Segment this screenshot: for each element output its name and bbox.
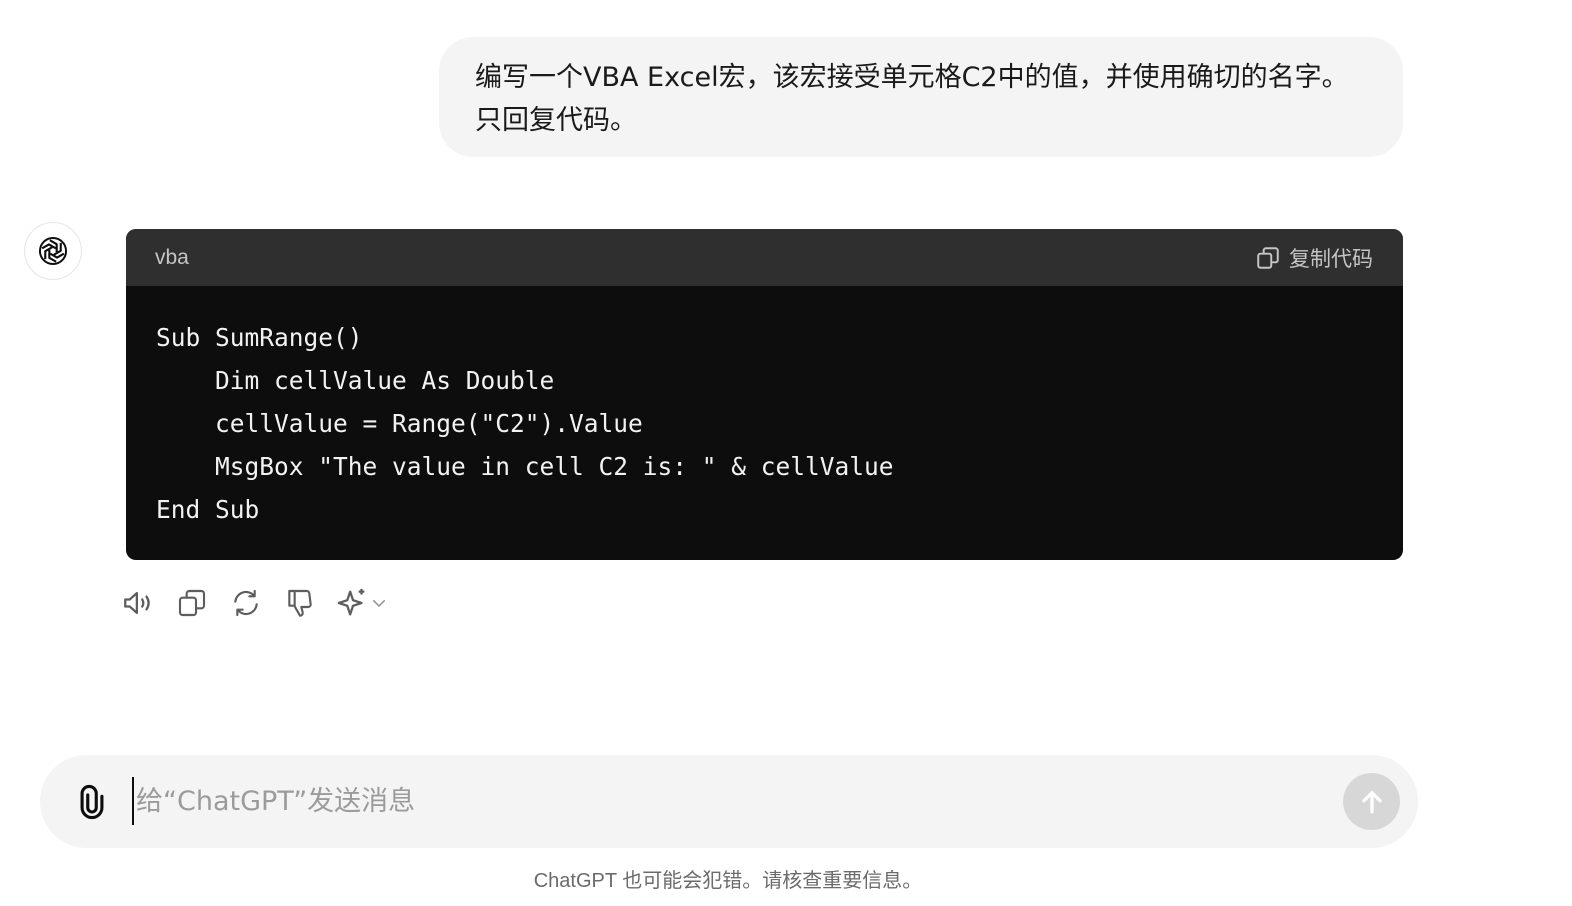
code-body: Sub SumRange() Dim cellValue As Double c… [126,286,1403,531]
regenerate-button[interactable] [226,583,266,623]
chevron-down-icon [373,600,385,607]
code-block-header: vba 复制代码 [126,229,1403,286]
code-line: End Sub [156,495,260,524]
thumbs-down-icon [288,589,312,617]
user-message-bubble: 编写一个VBA Excel宏，该宏接受单元格C2中的值，并使用确切的名字。只回复… [439,37,1403,157]
message-input[interactable] [132,777,1316,825]
paperclip-icon [80,784,104,820]
regenerate-icon [234,589,258,617]
copy-message-button[interactable] [172,583,212,623]
copy-icon [1257,246,1279,269]
assistant-avatar [24,222,82,280]
user-message-text: 编写一个VBA Excel宏，该宏接受单元格C2中的值，并使用确切的名字。只回复… [475,62,1349,136]
openai-logo-icon [38,236,68,266]
code-line: MsgBox "The value in cell C2 is: " & cel… [156,452,894,481]
code-line: cellValue = Range("C2").Value [156,409,643,438]
sparkle-model-icon [337,588,365,616]
code-language-label: vba [155,245,189,269]
read-aloud-icon [124,591,150,615]
send-button[interactable] [1343,773,1400,830]
code-block: vba 复制代码 Sub SumRange() Dim cellValue As… [126,229,1403,560]
read-aloud-button[interactable] [118,583,158,623]
code-line: Dim cellValue As Double [156,366,555,395]
copy-icon [178,589,206,617]
switch-model-button[interactable] [334,583,390,623]
chat-page: 编写一个VBA Excel宏，该宏接受单元格C2中的值，并使用确切的名字。只回复… [0,0,1572,906]
message-composer [40,755,1418,848]
arrow-up-icon [1361,790,1382,814]
copy-code-label: 复制代码 [1289,246,1373,271]
attach-file-button[interactable] [70,779,114,825]
disclaimer-text: ChatGPT 也可能会犯错。请核查重要信息。 [533,870,923,892]
copy-code-button[interactable]: 复制代码 [1255,243,1373,273]
bad-response-button[interactable] [280,583,320,623]
message-actions [118,583,404,623]
code-line: Sub SumRange() [156,323,363,352]
